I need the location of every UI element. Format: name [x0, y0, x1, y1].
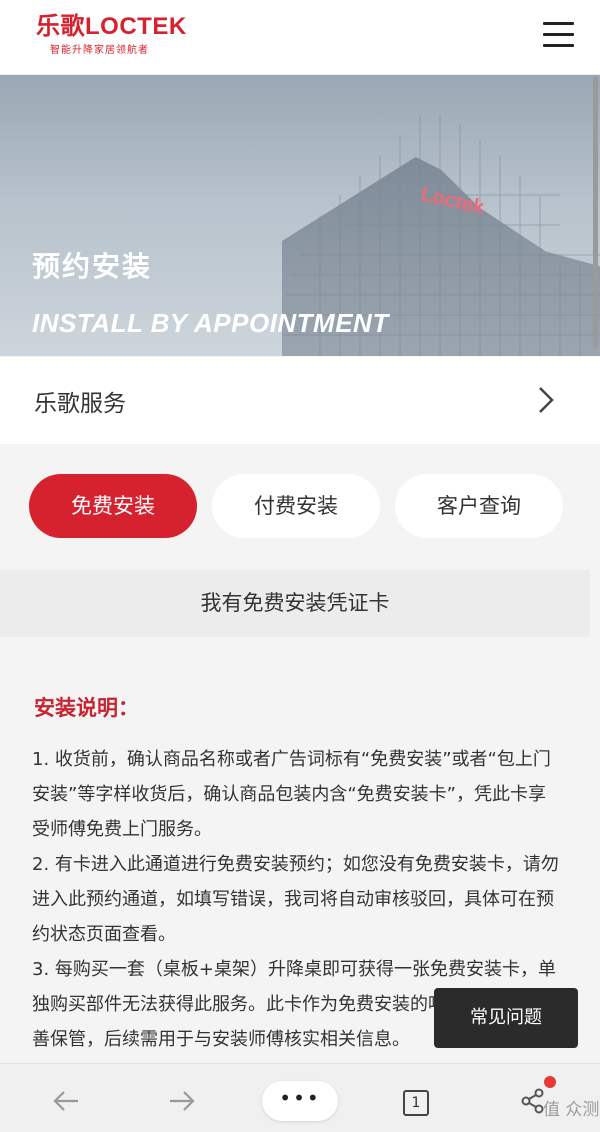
- tab-count-button[interactable]: 1: [403, 1090, 429, 1116]
- banner-title: 预约安装: [32, 250, 153, 283]
- arrow-left-icon[interactable]: [52, 1090, 80, 1112]
- install-tabs: 免费安装 付费安装 客户查询: [0, 474, 600, 540]
- browser-toolbar: ••• 1 值 众测: [0, 1063, 600, 1132]
- chevron-right-icon: [539, 387, 554, 413]
- logo-main-text: 乐歌LOCTEK: [36, 13, 187, 40]
- arrow-right-icon[interactable]: [168, 1090, 196, 1112]
- instructions-title: 安装说明：: [34, 696, 139, 720]
- watermark-text: 值 众测: [543, 1100, 600, 1120]
- faq-button[interactable]: 常见问题: [434, 988, 578, 1048]
- service-label: 乐歌服务: [34, 391, 126, 417]
- more-menu-button[interactable]: •••: [262, 1081, 338, 1121]
- tab-free-install[interactable]: 免费安装: [29, 474, 197, 538]
- service-row[interactable]: 乐歌服务: [0, 357, 600, 444]
- tab-customer-query[interactable]: 客户查询: [395, 474, 563, 538]
- scrollbar[interactable]: [593, 76, 598, 348]
- voucher-card-button[interactable]: 我有免费安装凭证卡: [0, 570, 590, 637]
- instruction-paragraph-2: 2. 有卡进入此通道进行免费安装预约；如您没有免费安装卡，请勿进入此预约通道，如…: [32, 854, 559, 945]
- logo-tagline: 智能升降家居领航者: [50, 45, 149, 56]
- notification-dot: [544, 1076, 556, 1088]
- hamburger-menu-icon[interactable]: [540, 20, 576, 50]
- instruction-paragraph-1: 1. 收货前，确认商品名称或者广告词标有“免费安装”或者“包上门安装”等字样收货…: [32, 749, 551, 840]
- banner-subtitle: INSTALL BY APPOINTMENT: [32, 308, 389, 338]
- hero-banner: Loctek 预约安装 INSTALL BY APPOINTMENT: [0, 75, 600, 356]
- loctek-logo[interactable]: 乐歌LOCTEK 智能升降家居领航者: [36, 13, 187, 57]
- tab-paid-install[interactable]: 付费安装: [212, 474, 380, 538]
- header: 乐歌LOCTEK 智能升降家居领航者: [0, 0, 600, 75]
